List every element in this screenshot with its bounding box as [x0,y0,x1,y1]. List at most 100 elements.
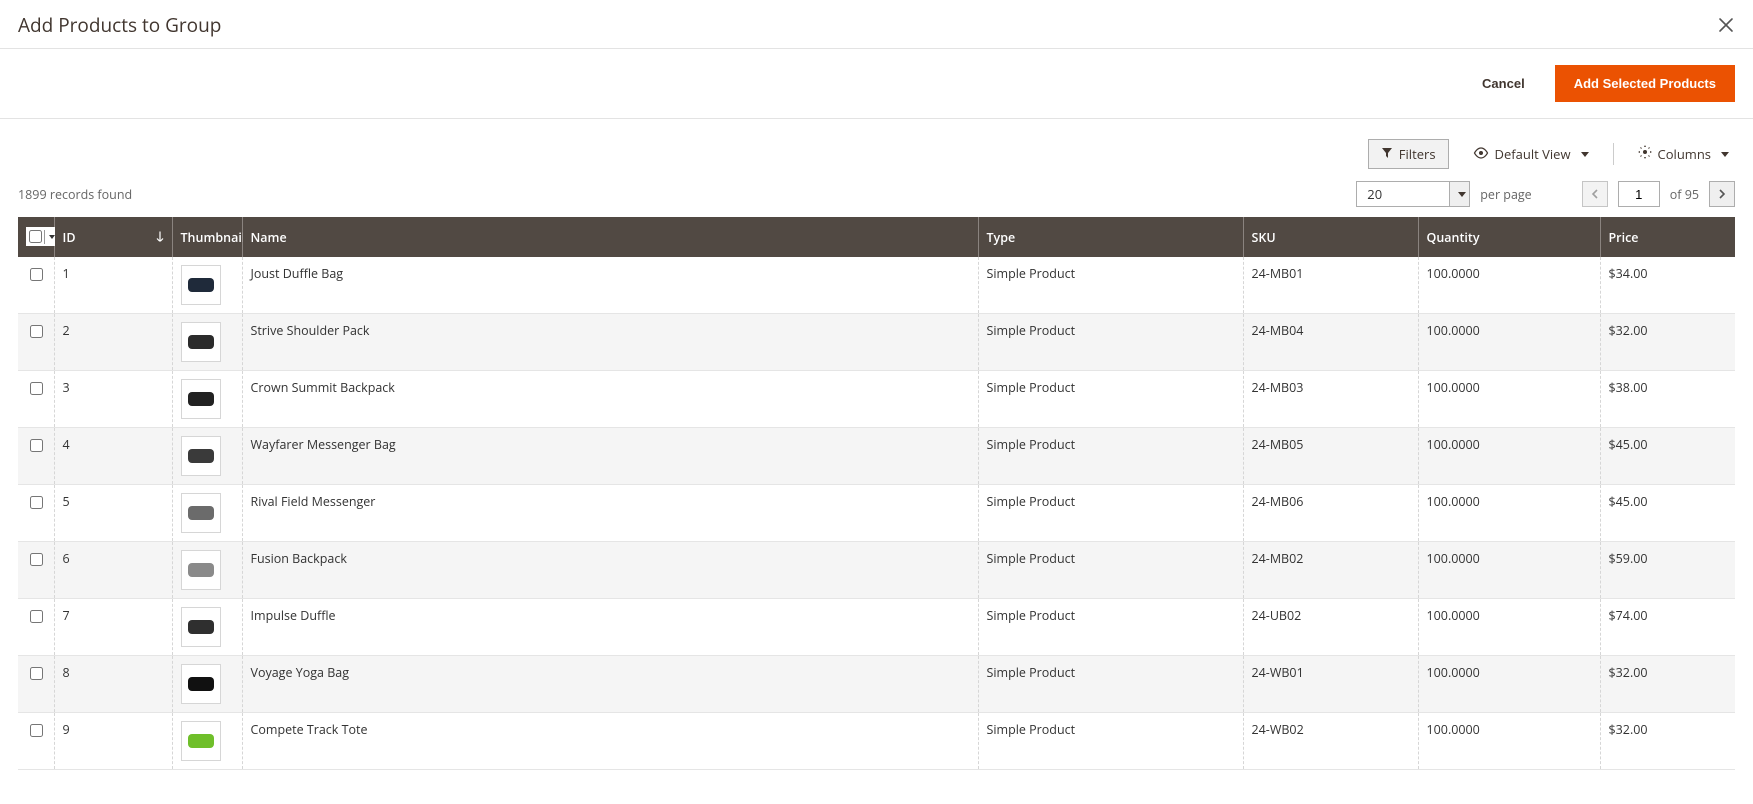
cell-thumbnail [172,428,242,485]
cell-price: $45.00 [1600,485,1735,542]
cell-type: Simple Product [978,542,1243,599]
column-header-select[interactable] [18,217,54,257]
table-row[interactable]: 3Crown Summit BackpackSimple Product24-M… [18,371,1735,428]
column-header-name[interactable]: Name [242,217,978,257]
cell-sku: 24-MB04 [1243,314,1418,371]
thumbnail-image [181,493,221,533]
row-select-cell [18,314,54,371]
row-checkbox[interactable] [30,268,43,281]
row-checkbox[interactable] [30,553,43,566]
page-size-select[interactable]: 20 [1356,181,1470,207]
columns-button[interactable]: Columns [1632,141,1735,167]
column-header-type[interactable]: Type [978,217,1243,257]
cell-type: Simple Product [978,599,1243,656]
separator [1613,143,1614,165]
cell-id: 5 [54,485,172,542]
cell-sku: 24-MB01 [1243,257,1418,314]
table-row[interactable]: 7Impulse DuffleSimple Product24-UB02100.… [18,599,1735,656]
cell-quantity: 100.0000 [1418,314,1600,371]
cell-price: $45.00 [1600,428,1735,485]
modal-title: Add Products to Group [18,12,221,38]
thumbnail-image [181,322,221,362]
next-page-button[interactable] [1709,181,1735,207]
chevron-right-icon [1718,189,1726,199]
cell-id: 6 [54,542,172,599]
cell-sku: 24-WB02 [1243,713,1418,770]
table-row[interactable]: 1Joust Duffle BagSimple Product24-MB0110… [18,257,1735,314]
table-row[interactable]: 5Rival Field MessengerSimple Product24-M… [18,485,1735,542]
cell-quantity: 100.0000 [1418,542,1600,599]
thumbnail-image [181,436,221,476]
cell-price: $32.00 [1600,314,1735,371]
table-row[interactable]: 4Wayfarer Messenger BagSimple Product24-… [18,428,1735,485]
row-checkbox[interactable] [30,667,43,680]
cell-price: $34.00 [1600,257,1735,314]
cell-type: Simple Product [978,314,1243,371]
row-checkbox[interactable] [30,496,43,509]
row-checkbox[interactable] [30,382,43,395]
thumbnail-image [181,664,221,704]
row-select-cell [18,713,54,770]
cell-type: Simple Product [978,713,1243,770]
page-size-dropdown-toggle[interactable] [1449,182,1469,206]
cell-id: 3 [54,371,172,428]
columns-label: Columns [1658,145,1711,163]
cell-name: Fusion Backpack [242,542,978,599]
column-header-thumbnail[interactable]: Thumbnail [172,217,242,257]
cell-quantity: 100.0000 [1418,485,1600,542]
cell-name: Compete Track Tote [242,713,978,770]
cell-thumbnail [172,542,242,599]
column-header-quantity[interactable]: Quantity [1418,217,1600,257]
cell-id: 7 [54,599,172,656]
cell-thumbnail [172,371,242,428]
cell-thumbnail [172,485,242,542]
row-select-cell [18,257,54,314]
row-checkbox[interactable] [30,325,43,338]
table-row[interactable]: 9Compete Track ToteSimple Product24-WB02… [18,713,1735,770]
row-checkbox[interactable] [30,610,43,623]
current-page-input[interactable] [1618,181,1660,207]
cell-name: Wayfarer Messenger Bag [242,428,978,485]
prev-page-button[interactable] [1582,181,1608,207]
cell-sku: 24-MB05 [1243,428,1418,485]
select-all-checkbox[interactable] [29,230,42,243]
row-checkbox[interactable] [30,724,43,737]
table-row[interactable]: 8Voyage Yoga BagSimple Product24-WB01100… [18,656,1735,713]
cell-quantity: 100.0000 [1418,371,1600,428]
cell-id: 4 [54,428,172,485]
cell-id: 1 [54,257,172,314]
row-checkbox[interactable] [30,439,43,452]
cell-thumbnail [172,713,242,770]
grid-controls: Filters Default View Columns [0,119,1753,175]
cell-sku: 24-MB06 [1243,485,1418,542]
cell-thumbnail [172,656,242,713]
default-view-button[interactable]: Default View [1467,141,1595,167]
column-header-id[interactable]: ID [54,217,172,257]
cell-name: Joust Duffle Bag [242,257,978,314]
table-row[interactable]: 6Fusion BackpackSimple Product24-MB02100… [18,542,1735,599]
caret-down-icon [1458,192,1466,197]
cell-name: Voyage Yoga Bag [242,656,978,713]
filters-button[interactable]: Filters [1368,139,1449,169]
caret-down-icon [1721,152,1729,157]
cancel-button[interactable]: Cancel [1476,75,1531,92]
add-selected-products-button[interactable]: Add Selected Products [1555,65,1735,102]
thumbnail-image [181,379,221,419]
column-header-sku[interactable]: SKU [1243,217,1418,257]
row-select-cell [18,599,54,656]
cell-name: Impulse Duffle [242,599,978,656]
cell-id: 8 [54,656,172,713]
of-pages: of 95 [1670,186,1699,203]
row-select-cell [18,371,54,428]
cell-quantity: 100.0000 [1418,257,1600,314]
column-header-price[interactable]: Price [1600,217,1735,257]
table-row[interactable]: 2Strive Shoulder PackSimple Product24-MB… [18,314,1735,371]
records-pager-row: 1899 records found 20 per page of 95 [0,175,1753,217]
action-bar: Cancel Add Selected Products [0,48,1753,119]
per-page-label: per page [1480,186,1531,203]
row-select-cell [18,485,54,542]
filters-label: Filters [1399,145,1436,163]
close-icon[interactable] [1717,16,1735,34]
grid-wrap: ID Thumbnail Name Type SKU Quantity Pric… [0,217,1753,788]
cell-quantity: 100.0000 [1418,713,1600,770]
